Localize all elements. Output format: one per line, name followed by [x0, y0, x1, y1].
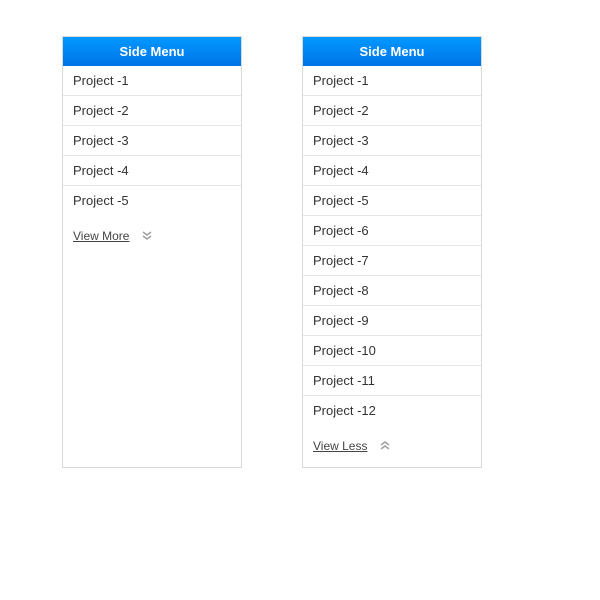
menu-item[interactable]: Project -5: [303, 185, 481, 215]
side-menu-header: Side Menu: [63, 37, 241, 66]
menu-item[interactable]: Project -10: [303, 335, 481, 365]
menu-item[interactable]: Project -4: [303, 155, 481, 185]
chevron-double-down-icon: [141, 230, 153, 242]
menu-item[interactable]: Project -1: [63, 66, 241, 95]
menu-item[interactable]: Project -3: [303, 125, 481, 155]
menu-item[interactable]: Project -11: [303, 365, 481, 395]
menu-item[interactable]: Project -3: [63, 125, 241, 155]
menu-item[interactable]: Project -5: [63, 185, 241, 215]
menu-item[interactable]: Project -12: [303, 395, 481, 425]
menu-item[interactable]: Project -2: [303, 95, 481, 125]
menu-item[interactable]: Project -8: [303, 275, 481, 305]
menu-item[interactable]: Project -9: [303, 305, 481, 335]
menu-item[interactable]: Project -4: [63, 155, 241, 185]
menu-item[interactable]: Project -6: [303, 215, 481, 245]
side-menu-items: Project -1Project -2Project -3Project -4…: [303, 66, 481, 425]
view-less-link[interactable]: View Less: [313, 439, 367, 453]
menu-item[interactable]: Project -1: [303, 66, 481, 95]
side-menu-expanded: Side Menu Project -1Project -2Project -3…: [302, 36, 482, 468]
side-menu-footer: View More: [63, 215, 241, 257]
view-more-link[interactable]: View More: [73, 229, 129, 243]
side-menu-collapsed: Side Menu Project -1Project -2Project -3…: [62, 36, 242, 468]
side-menu-footer: View Less: [303, 425, 481, 467]
chevron-double-up-icon: [379, 440, 391, 452]
menu-item[interactable]: Project -7: [303, 245, 481, 275]
menu-item[interactable]: Project -2: [63, 95, 241, 125]
side-menu-items: Project -1Project -2Project -3Project -4…: [63, 66, 241, 215]
side-menu-header: Side Menu: [303, 37, 481, 66]
